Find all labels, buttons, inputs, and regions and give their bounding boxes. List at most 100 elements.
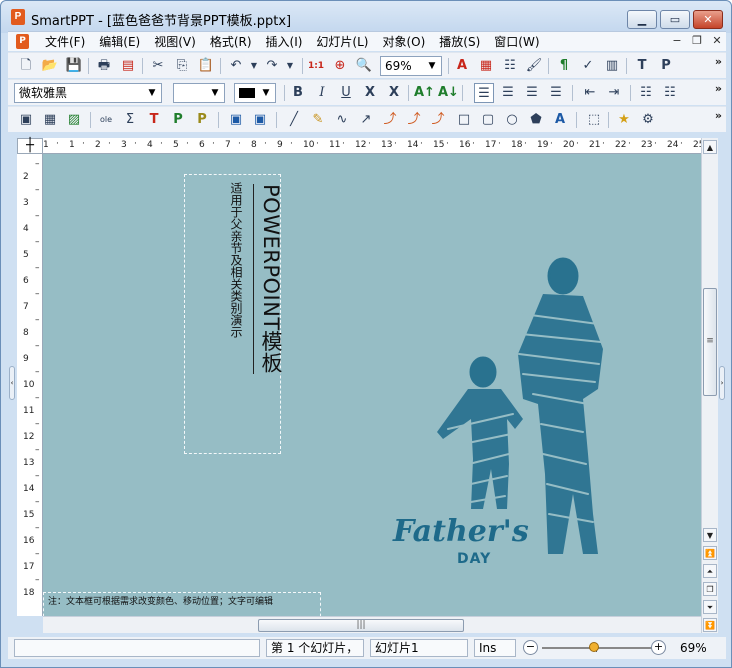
first-slide-icon[interactable]: ⏫ bbox=[703, 546, 717, 560]
status-insert-mode[interactable]: Ins bbox=[474, 639, 516, 657]
shapes-icon[interactable]: ⬟ bbox=[526, 110, 546, 130]
maximize-button[interactable]: ▭ bbox=[660, 10, 690, 29]
undo-icon[interactable]: ↶ bbox=[226, 56, 246, 76]
wordart-icon[interactable]: A bbox=[550, 110, 570, 130]
zoom-in-icon[interactable]: + bbox=[651, 640, 666, 655]
minimize-button[interactable]: ▁ bbox=[627, 10, 657, 29]
save-icon[interactable]: 💾 bbox=[64, 56, 84, 76]
increase-indent-icon[interactable]: ⇥ bbox=[604, 83, 624, 103]
menu-edit[interactable]: 编辑(E) bbox=[92, 34, 147, 50]
template-t-icon[interactable]: T bbox=[632, 56, 652, 76]
export-pdf-icon[interactable]: ▤ bbox=[118, 56, 138, 76]
curve-icon[interactable]: ∿ bbox=[332, 110, 352, 130]
strikethrough-icon[interactable]: X bbox=[360, 83, 380, 103]
chevron-down-icon[interactable]: ▼ bbox=[259, 84, 273, 102]
font-size-select[interactable]: ▼ bbox=[173, 83, 225, 103]
video-frame-icon[interactable]: ▣ bbox=[226, 110, 246, 130]
format-painter-icon[interactable]: 🖌 bbox=[524, 56, 544, 76]
font-color-a-icon[interactable]: A bbox=[452, 56, 472, 76]
decrease-indent-icon[interactable]: ⇤ bbox=[580, 83, 600, 103]
doc-restore-button[interactable]: ❐ bbox=[688, 34, 706, 50]
menu-slide[interactable]: 幻灯片(L) bbox=[309, 34, 375, 50]
next-slide-icon[interactable]: ⏷ bbox=[703, 600, 717, 614]
scroll-up-icon[interactable]: ▲ bbox=[703, 140, 717, 154]
ole-object-icon[interactable]: ole bbox=[96, 110, 116, 130]
clear-format-icon[interactable]: X bbox=[384, 83, 404, 103]
formula-icon[interactable]: Σ bbox=[120, 110, 140, 130]
menu-file[interactable]: 文件(F) bbox=[38, 34, 92, 50]
doc-close-button[interactable]: ✕ bbox=[708, 34, 726, 50]
bold-icon[interactable]: B bbox=[288, 83, 308, 103]
actual-size-icon[interactable]: 1:1 bbox=[306, 56, 326, 76]
title-bar[interactable]: P SmartPPT - [蓝色爸爸节背景PPT模板.pptx] ▁ ▭ ✕ bbox=[1, 1, 731, 33]
style-icon[interactable]: ▦ bbox=[476, 56, 496, 76]
open-folder-icon[interactable]: 📂 bbox=[40, 56, 60, 76]
menu-object[interactable]: 对象(O) bbox=[375, 34, 432, 50]
zoom-select[interactable]: 69% ▼ bbox=[380, 56, 442, 76]
left-panel-grip[interactable]: ‹ bbox=[9, 366, 15, 400]
ruler-origin[interactable]: ┼ bbox=[17, 138, 43, 154]
align-right-icon[interactable]: ☰ bbox=[522, 83, 542, 103]
table-icon[interactable]: ▦ bbox=[40, 110, 60, 130]
insert-text-icon[interactable]: T bbox=[144, 110, 164, 130]
menu-view[interactable]: 视图(V) bbox=[147, 34, 203, 50]
chevron-down-icon[interactable]: ▼ bbox=[208, 84, 222, 102]
insert-placeholder-icon[interactable]: P bbox=[192, 110, 212, 130]
redo-dropdown-icon[interactable]: ▼ bbox=[280, 56, 300, 76]
chevron-down-icon[interactable]: ▼ bbox=[145, 84, 159, 102]
previous-slide-icon[interactable]: ⏶ bbox=[703, 564, 717, 578]
paste-icon[interactable]: 📋 bbox=[196, 56, 216, 76]
slide-title[interactable]: POWERPOINT模板 bbox=[253, 184, 286, 374]
slide-note[interactable]: 注：文本框可根据需求改变颜色、移动位置；文字可编辑 bbox=[48, 597, 318, 608]
undo-dropdown-icon[interactable]: ▼ bbox=[244, 56, 264, 76]
toolbar-overflow-3[interactable]: » bbox=[715, 109, 722, 122]
pen-icon[interactable]: ✎ bbox=[308, 110, 328, 130]
group-icon[interactable]: ⬚ bbox=[584, 110, 604, 130]
curved-connector-icon[interactable]: ⤴ bbox=[428, 110, 448, 130]
shrink-font-icon[interactable]: A↓ bbox=[438, 83, 459, 103]
zoom-out-icon[interactable]: − bbox=[523, 640, 538, 655]
vertical-scrollbar[interactable]: ▲ ≡ ▼ ⏫ ⏶ ❐ ⏷ ⏬ bbox=[701, 138, 718, 633]
print-icon[interactable]: 🖶 bbox=[94, 56, 114, 76]
copy-icon[interactable]: ⎘ bbox=[172, 56, 192, 76]
numbered-list-icon[interactable]: ☷ bbox=[660, 83, 680, 103]
chart-icon[interactable]: ▥ bbox=[602, 56, 622, 76]
menu-window[interactable]: 窗口(W) bbox=[487, 34, 546, 50]
insert-picture-frame-icon[interactable]: P bbox=[168, 110, 188, 130]
list-style-icon[interactable]: ☷ bbox=[500, 56, 520, 76]
spell-check-icon[interactable]: ✓ bbox=[578, 56, 598, 76]
connector-icon[interactable]: ⤴ bbox=[380, 110, 400, 130]
new-file-icon[interactable]: 🗋 bbox=[16, 56, 36, 76]
slide-canvas[interactable]: POWERPOINT模板 适用于父亲节及相关类别演示 Father's DAY … bbox=[43, 154, 701, 616]
object-properties-icon[interactable]: ⚙ bbox=[638, 110, 658, 130]
scroll-down-icon[interactable]: ▼ bbox=[703, 528, 717, 542]
zoom-slider-track[interactable] bbox=[542, 647, 658, 649]
zoom-icon[interactable]: 🔍 bbox=[354, 56, 374, 76]
cut-icon[interactable]: ✂ bbox=[148, 56, 168, 76]
toolbar-overflow-2[interactable]: » bbox=[715, 82, 722, 95]
toolbar-overflow-1[interactable]: » bbox=[715, 55, 722, 68]
redo-icon[interactable]: ↷ bbox=[262, 56, 282, 76]
chevron-down-icon[interactable]: ▼ bbox=[425, 57, 439, 75]
line-icon[interactable]: ╱ bbox=[284, 110, 304, 130]
justify-icon[interactable]: ☰ bbox=[546, 83, 566, 103]
zoom-region-icon[interactable]: ⊕ bbox=[330, 56, 350, 76]
horizontal-scroll-thumb[interactable]: ||| bbox=[258, 619, 464, 632]
star-effect-icon[interactable]: ★ bbox=[614, 110, 634, 130]
elbow-connector-icon[interactable]: ⤴ bbox=[404, 110, 424, 130]
media-icon[interactable]: ▣ bbox=[250, 110, 270, 130]
slide-subtitle[interactable]: 适用于父亲节及相关类别演示 bbox=[228, 182, 245, 338]
doc-minimize-button[interactable]: − bbox=[668, 34, 686, 50]
document-icon[interactable]: P bbox=[16, 34, 29, 49]
vertical-ruler[interactable]: 2–3–4–5–6–7–8–9–10–11–12–13–14–15–16–17–… bbox=[17, 154, 43, 616]
rounded-rectangle-icon[interactable]: ▢ bbox=[478, 110, 498, 130]
menu-play[interactable]: 播放(S) bbox=[432, 34, 487, 50]
rectangle-icon[interactable]: □ bbox=[454, 110, 474, 130]
picture-icon[interactable]: ▨ bbox=[64, 110, 84, 130]
grow-font-icon[interactable]: A↑ bbox=[414, 83, 435, 103]
zoom-slider-knob[interactable] bbox=[589, 642, 600, 652]
menu-format[interactable]: 格式(R) bbox=[203, 34, 259, 50]
underline-icon[interactable]: U bbox=[336, 83, 356, 103]
bullet-list-icon[interactable]: ☷ bbox=[636, 83, 656, 103]
slide-pages-icon[interactable]: ❐ bbox=[703, 582, 717, 596]
